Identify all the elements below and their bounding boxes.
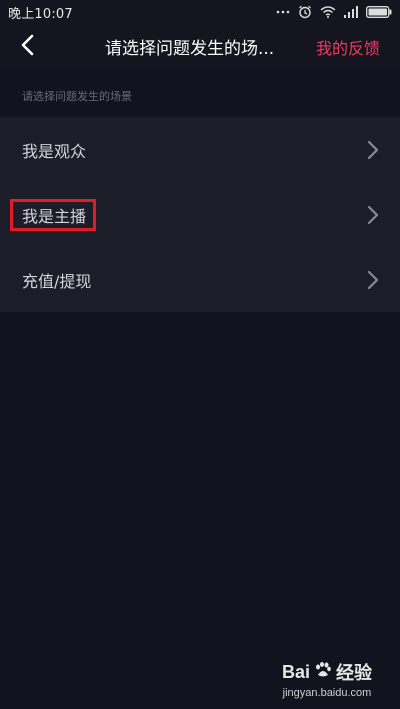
wifi-icon — [320, 6, 336, 18]
chevron-right-icon — [366, 140, 380, 160]
chevron-right-icon — [366, 270, 380, 290]
status-bar: 晚上10:07 — [0, 0, 400, 24]
more-dots-icon — [276, 9, 290, 15]
paw-icon — [314, 661, 332, 684]
list-item-label: 充值/提现 — [22, 271, 92, 291]
page-title: 请选择问题发生的场... — [105, 39, 275, 59]
list-item-streamer[interactable]: 我是主播 — [0, 182, 400, 247]
status-icons — [276, 5, 392, 19]
baidu-jingyan-watermark: Bai 经验 jingyan.baidu.com — [282, 659, 372, 699]
alarm-icon — [298, 5, 312, 19]
back-button[interactable] — [10, 30, 44, 64]
watermark-url: jingyan.baidu.com — [282, 687, 372, 699]
my-feedback-link[interactable]: 我的反馈 — [316, 35, 380, 59]
list-item-label: 我是观众 — [22, 141, 87, 161]
chevron-right-icon — [366, 205, 380, 225]
watermark-brand-left: Bai — [281, 661, 310, 682]
scene-list: 我是观众 我是主播 充值/提现 — [0, 117, 400, 312]
status-time: 晚上10:07 — [8, 6, 73, 22]
list-item-label: 我是主播 — [22, 206, 87, 226]
list-item-recharge-withdraw[interactable]: 充值/提现 — [0, 247, 400, 312]
signal-icon — [344, 6, 358, 18]
header-bar: 请选择问题发生的场... 我的反馈 — [0, 24, 400, 70]
screen: 晚上10:07 请选择问题发生的场... 我的反馈 请选择问题发生的场景 我是观… — [0, 0, 400, 709]
section-label: 请选择问题发生的场景 — [22, 90, 132, 103]
watermark-brand-right: 经验 — [336, 663, 372, 683]
watermark-logo: Bai 经验 — [282, 659, 372, 685]
list-item-viewer[interactable]: 我是观众 — [0, 117, 400, 182]
back-arrow-icon — [20, 34, 34, 60]
battery-icon — [366, 6, 392, 18]
